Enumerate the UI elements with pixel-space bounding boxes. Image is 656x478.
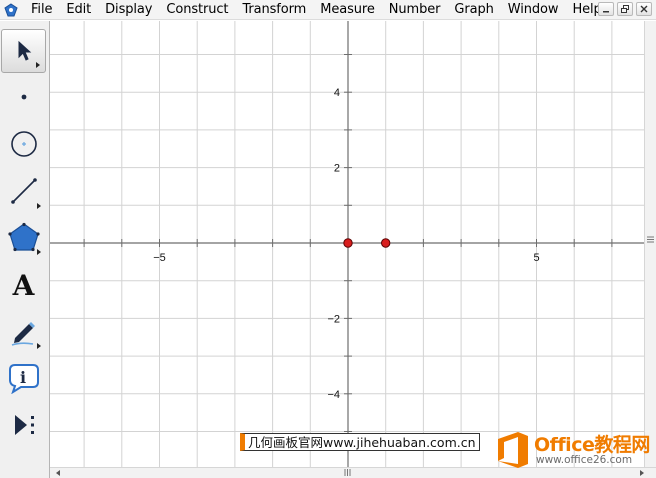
menu-construct[interactable]: Construct <box>159 1 235 19</box>
straightedge-tool[interactable] <box>1 169 46 213</box>
sketch-canvas[interactable]: −5 5 4 2 −2 −4 <box>50 21 644 467</box>
vertical-scrollbar[interactable] <box>644 21 656 467</box>
restore-button[interactable] <box>617 2 633 16</box>
play-menu-icon <box>14 415 34 435</box>
custom-tool[interactable] <box>1 403 46 447</box>
close-button[interactable] <box>636 2 652 16</box>
restore-icon <box>621 5 629 13</box>
information-tool[interactable]: i <box>1 356 46 400</box>
y-tick-label: 4 <box>334 87 340 99</box>
menu-graph[interactable]: Graph <box>447 1 500 19</box>
app-icon[interactable] <box>2 1 20 19</box>
point-tool[interactable] <box>1 75 46 119</box>
site-watermark: 几何画板官网www.jihehuaban.com.cn <box>240 433 480 451</box>
office-watermark-url: www.office26.com <box>536 454 633 466</box>
arrow-selection-tool[interactable] <box>1 29 46 73</box>
text-tool[interactable]: A <box>1 263 46 307</box>
tool-palette: A i <box>0 21 50 478</box>
menu-transform[interactable]: Transform <box>235 1 313 19</box>
y-tick-label: −2 <box>327 313 340 325</box>
window-controls <box>598 2 652 16</box>
marker-tool[interactable] <box>1 309 46 353</box>
x-tick-label: 5 <box>533 252 539 264</box>
circle-icon <box>10 131 37 157</box>
scroll-grip-icon <box>344 469 351 476</box>
office-watermark-title: Office教程网 <box>534 434 650 456</box>
polygon-tool[interactable] <box>1 215 46 259</box>
submenu-indicator-icon <box>36 62 40 68</box>
coordinate-grid: −5 5 4 2 −2 −4 <box>50 21 644 467</box>
office-watermark: Office教程网 www.office26.com <box>492 428 652 472</box>
letter-a-icon: A <box>12 268 35 302</box>
submenu-indicator-icon <box>37 343 41 349</box>
info-bubble-icon: i <box>8 364 39 394</box>
menu-file[interactable]: File <box>24 1 59 19</box>
scroll-grip-icon <box>647 236 654 243</box>
menu-measure[interactable]: Measure <box>313 1 382 19</box>
menu-bar: File Edit Display Construct Transform Me… <box>0 0 656 20</box>
office-logo-icon <box>498 432 528 468</box>
x-tick-label: −5 <box>153 252 166 264</box>
menu-number[interactable]: Number <box>382 1 448 19</box>
minimize-icon <box>603 11 609 13</box>
close-icon <box>640 5 648 13</box>
submenu-indicator-icon <box>37 203 41 209</box>
graph-point <box>343 238 353 248</box>
point-icon <box>21 94 26 100</box>
minimize-button[interactable] <box>598 2 614 16</box>
pen-icon <box>11 322 35 346</box>
compass-tool[interactable] <box>1 122 46 166</box>
pentagon-icon <box>7 222 40 252</box>
arrow-pointer-icon <box>18 40 31 61</box>
y-tick-label: −4 <box>327 389 340 401</box>
svg-text:i: i <box>20 368 26 387</box>
scroll-left-icon[interactable] <box>56 470 60 476</box>
graph-point <box>381 238 391 248</box>
menu-edit[interactable]: Edit <box>59 1 98 19</box>
y-tick-label: 2 <box>334 163 340 175</box>
menu-display[interactable]: Display <box>98 1 159 19</box>
segment-icon <box>10 178 37 204</box>
submenu-indicator-icon <box>37 249 41 255</box>
menu-window[interactable]: Window <box>501 1 566 19</box>
